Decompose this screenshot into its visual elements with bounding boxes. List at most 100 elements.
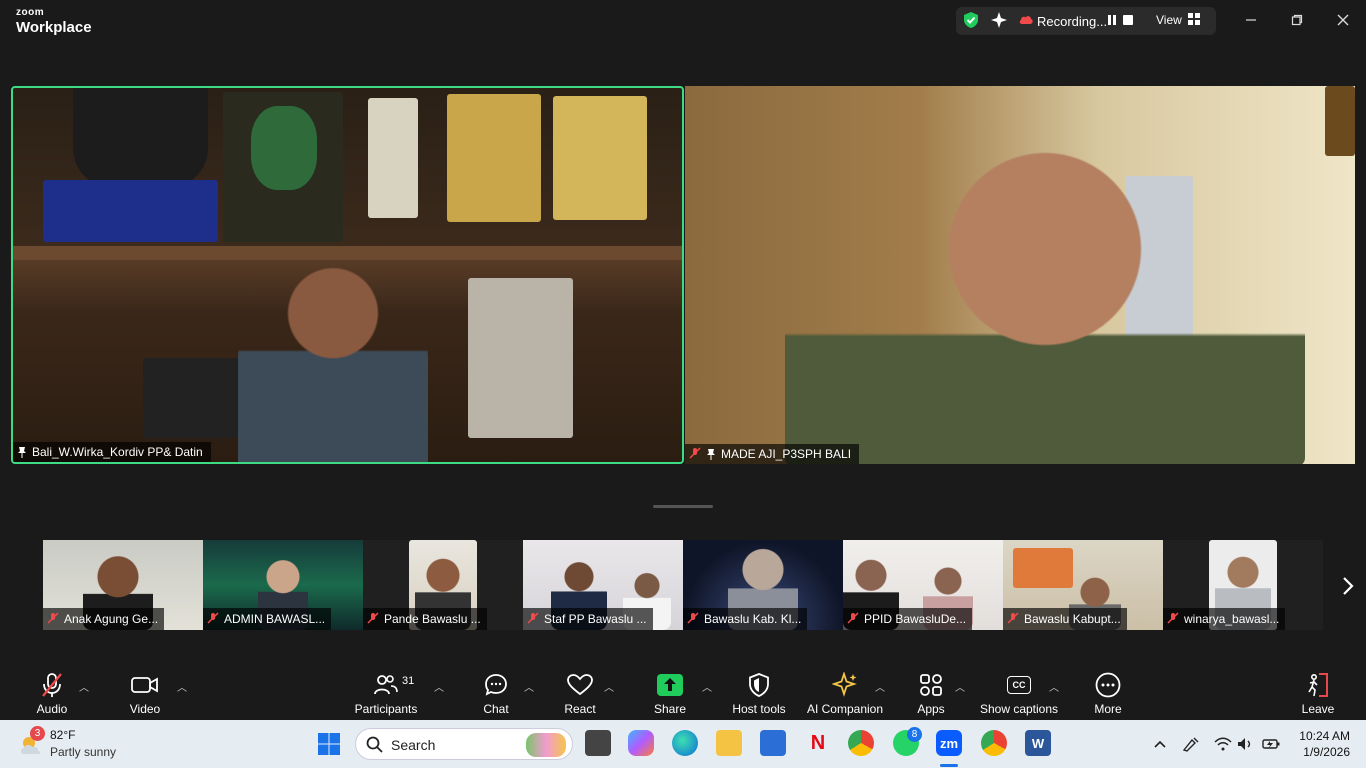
- participant-thumbnail[interactable]: Staf PP Bawaslu ...: [523, 540, 683, 630]
- participant-thumbnail[interactable]: PPID BawasluDe...: [843, 540, 1003, 630]
- edge-browser-icon[interactable]: [672, 730, 698, 756]
- participants-button[interactable]: Participants: [352, 662, 420, 720]
- thumbnail-name: Staf PP Bawaslu ...: [544, 612, 647, 626]
- system-clock[interactable]: 10:24 AM 1/9/2026: [1286, 728, 1350, 760]
- weather-widget[interactable]: 3 82°F Partly sunny: [14, 726, 124, 762]
- chrome-profile-icon[interactable]: [981, 730, 1007, 756]
- mic-muted-icon: [1167, 611, 1179, 627]
- pen-icon[interactable]: [1182, 735, 1200, 753]
- chrome-icon[interactable]: [848, 730, 874, 756]
- video-tile-active-speaker[interactable]: Bali_W.Wirka_Kordiv PP& Datin: [11, 86, 684, 464]
- participant-thumbnail[interactable]: Bawaslu Kab. Kl...: [683, 540, 843, 630]
- react-options-caret[interactable]: ︿: [604, 679, 614, 694]
- audio-button[interactable]: Audio: [30, 662, 74, 720]
- chevron-up-icon[interactable]: [1151, 735, 1169, 753]
- chat-label: Chat: [483, 702, 509, 716]
- file-explorer-icon[interactable]: [716, 730, 742, 756]
- closed-captions-icon: CC: [1004, 670, 1034, 700]
- more-button[interactable]: More: [1090, 662, 1126, 720]
- participants-label: Participants: [354, 702, 418, 716]
- mic-muted-icon: [687, 611, 699, 627]
- search-highlight-icon: [526, 733, 566, 757]
- stop-recording-icon[interactable]: [1119, 11, 1137, 29]
- wifi-icon[interactable]: [1214, 735, 1232, 753]
- app-logo: zoom Workplace: [16, 8, 92, 36]
- zoom-window: zoom Workplace Recording... View Bali_W.…: [0, 0, 1366, 720]
- word-icon[interactable]: W: [1025, 730, 1051, 756]
- windows-start-icon[interactable]: [316, 731, 342, 757]
- book-cover-image: [468, 278, 573, 438]
- ai-companion-button[interactable]: AI Companion: [805, 662, 885, 720]
- minimize-button[interactable]: [1239, 10, 1263, 30]
- gold-plaque-image: [553, 96, 647, 220]
- task-view-icon[interactable]: [585, 730, 611, 756]
- participant-thumbnail[interactable]: winarya_bawasl...: [1163, 540, 1323, 630]
- ai-sparkle-icon: [830, 670, 860, 700]
- video-tile-participant[interactable]: MADE AJI_P3SPH BALI: [685, 86, 1355, 464]
- captions-options-caret[interactable]: ︿: [1049, 679, 1059, 694]
- battery-icon[interactable]: [1262, 735, 1280, 753]
- thumbnail-name-tag: Bawaslu Kab. Kl...: [683, 608, 808, 630]
- video-options-caret[interactable]: ︿: [177, 679, 187, 694]
- chevron-right-icon: [1343, 577, 1354, 595]
- chat-icon: [481, 670, 511, 700]
- mic-muted-icon: [367, 611, 379, 627]
- camera-icon: [130, 670, 160, 700]
- participant-thumbnail[interactable]: Pande Bawaslu ...: [363, 540, 523, 630]
- mic-muted-icon: [207, 611, 219, 627]
- audio-options-caret[interactable]: ︿: [79, 679, 89, 694]
- shield-icon: [744, 670, 774, 700]
- share-screen-icon: [655, 670, 685, 700]
- cloud-recording-icon: [1017, 11, 1035, 29]
- view-button[interactable]: View: [1156, 13, 1182, 27]
- taskbar-search[interactable]: Search: [355, 728, 573, 760]
- thumbnail-name: Bawaslu Kabupt...: [1024, 612, 1121, 626]
- mic-muted-icon: [47, 611, 59, 627]
- share-options-caret[interactable]: ︿: [702, 679, 712, 694]
- video-button[interactable]: Video: [124, 662, 166, 720]
- host-tools-button[interactable]: Host tools: [730, 662, 788, 720]
- close-button[interactable]: [1331, 10, 1355, 30]
- ai-companion-options-caret[interactable]: ︿: [875, 679, 885, 694]
- grid-view-icon[interactable]: [1185, 10, 1203, 28]
- green-emblem-image: [251, 106, 317, 190]
- zoom-app-icon[interactable]: zm: [936, 730, 962, 756]
- participant-thumbnail[interactable]: ADMIN BAWASL...: [203, 540, 363, 630]
- pin-icon: [707, 449, 715, 460]
- thumbnail-name: winarya_bawasl...: [1184, 612, 1280, 626]
- thumbnail-name-tag: Pande Bawaslu ...: [363, 608, 487, 630]
- thumbnail-name-tag: PPID BawasluDe...: [843, 608, 973, 630]
- chat-options-caret[interactable]: ︿: [524, 679, 534, 694]
- apps-options-caret[interactable]: ︿: [955, 679, 965, 694]
- participant-thumbnail[interactable]: Bawaslu Kabupt...: [1003, 540, 1163, 630]
- share-button[interactable]: Share: [650, 662, 690, 720]
- clock-time: 10:24 AM: [1299, 729, 1350, 743]
- leave-button[interactable]: Leave: [1298, 662, 1338, 720]
- frame-image: [1325, 86, 1355, 156]
- show-captions-button[interactable]: CC Show captions: [978, 662, 1060, 720]
- thumbnail-name: ADMIN BAWASL...: [224, 612, 326, 626]
- shield-check-icon[interactable]: [962, 11, 980, 29]
- speaker-name-tag: Bali_W.Wirka_Kordiv PP& Datin: [13, 442, 211, 462]
- volume-icon[interactable]: [1237, 735, 1255, 753]
- participants-options-caret[interactable]: ︿: [434, 679, 444, 694]
- audio-label: Audio: [36, 702, 68, 716]
- chat-button[interactable]: Chat: [478, 662, 514, 720]
- restore-button[interactable]: [1285, 10, 1309, 30]
- search-placeholder: Search: [391, 737, 436, 753]
- copilot-icon[interactable]: [628, 730, 654, 756]
- apps-button[interactable]: Apps: [912, 662, 950, 720]
- microsoft-store-icon[interactable]: [760, 730, 786, 756]
- resize-handle[interactable]: [653, 505, 713, 508]
- weather-alert-badge: 3: [30, 726, 45, 741]
- participant-video: [238, 253, 428, 462]
- next-page-button[interactable]: [1336, 572, 1360, 600]
- clock-date: 1/9/2026: [1303, 745, 1350, 759]
- more-options-icon: [1093, 670, 1123, 700]
- participant-thumbnail[interactable]: Anak Agung Ge...: [43, 540, 203, 630]
- netflix-icon[interactable]: N: [805, 730, 831, 756]
- ai-sparkle-icon[interactable]: [990, 11, 1008, 29]
- participant-name-tag: MADE AJI_P3SPH BALI: [685, 444, 860, 464]
- react-button[interactable]: React: [560, 662, 600, 720]
- award-plaque-image: [73, 88, 208, 188]
